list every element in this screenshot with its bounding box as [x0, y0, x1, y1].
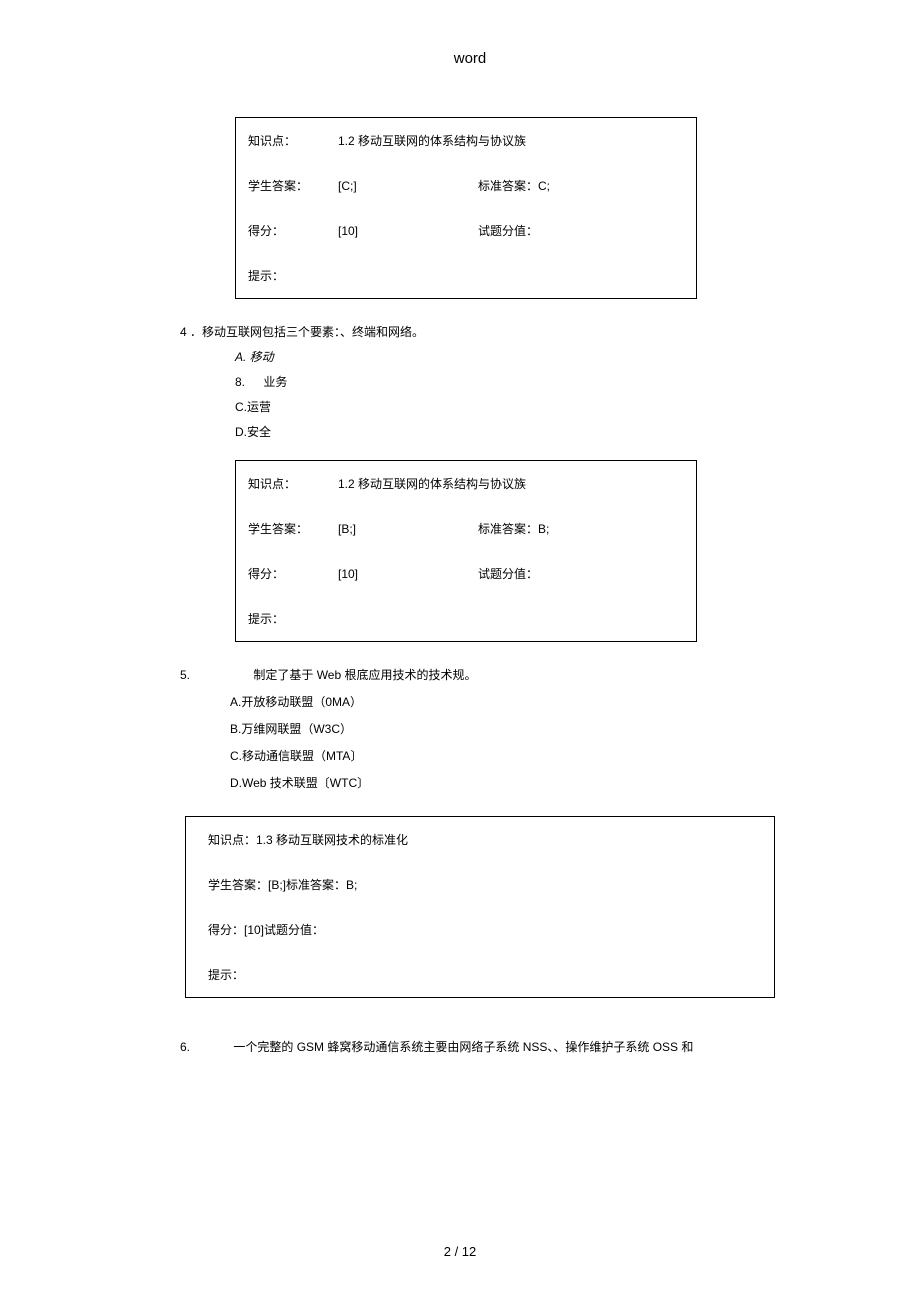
q6-number: 6. [180, 1040, 190, 1054]
page-header: word [180, 50, 760, 67]
knowledge-line: 知识点：1.3 移动互联网技术的标准化 [186, 817, 774, 862]
score-value: [10] [338, 224, 478, 238]
page-footer: 2 / 12 [0, 1244, 920, 1259]
q4-text: ．移动互联网包括三个要素：、终端和网络。 [190, 325, 424, 339]
q4-number: 4 [180, 325, 187, 339]
hint-label: 提示： [248, 267, 284, 284]
q4-option-c: C.运营 [235, 398, 760, 415]
score-label: 得分： [248, 565, 338, 582]
q5-option-c: C.移动通信联盟（MTA〕 [230, 747, 760, 764]
q5-text: 制定了基于 Web 根底应用技术的技术规。 [253, 668, 476, 682]
question-4: 4 ．移动互联网包括三个要素：、终端和网络。 A. 移动 8. 业务 C.运营 … [180, 323, 760, 440]
standard-answer-label: 标准答案： [478, 520, 538, 537]
student-answer-value: [B;] [338, 522, 478, 536]
q4-option-b-text: 业务 [263, 375, 287, 389]
knowledge-label: 知识点： [248, 132, 338, 149]
q4-option-d: D.安全 [235, 423, 760, 440]
student-answer-label: 学生答案： [248, 177, 338, 194]
q4-option-b: 8. 业务 [235, 373, 760, 390]
standard-answer-value: B; [538, 522, 549, 536]
score-value: [10] [338, 567, 478, 581]
q5-option-a: A.开放移动联盟（0MA） [230, 693, 760, 710]
answer-box-q3: 知识点： 1.2 移动互联网的体系结构与协议族 学生答案： [C;] 标准答案：… [235, 117, 697, 299]
question-6: 6. 一个完整的 GSM 蜂窝移动通信系统主要由网络子系统 NSS、、操作维护子… [180, 1038, 760, 1055]
q4-option-a: A. 移动 [235, 348, 760, 365]
score-label: 得分： [248, 222, 338, 239]
question-score-label: 试题分值： [478, 565, 538, 582]
question-score-label: 试题分值： [478, 222, 538, 239]
question-5: 5. 制定了基于 Web 根底应用技术的技术规。 A.开放移动联盟（0MA） B… [180, 666, 760, 791]
student-answer-label: 学生答案： [248, 520, 338, 537]
knowledge-label: 知识点： [248, 475, 338, 492]
standard-answer-label: 标准答案： [478, 177, 538, 194]
knowledge-value: 1.2 移动互联网的体系结构与协议族 [338, 132, 526, 149]
q6-text: 一个完整的 GSM 蜂窝移动通信系统主要由网络子系统 NSS、、操作维护子系统 … [233, 1040, 693, 1054]
q5-option-d: D.Web 技术联盟〔WTC〕 [230, 774, 760, 791]
q5-option-b: B.万维网联盟（W3C） [230, 720, 760, 737]
student-answer-line: 学生答案：[B;]标准答案：B; [186, 862, 774, 907]
hint-label: 提示： [248, 610, 284, 627]
score-line: 得分：[10]试题分值： [186, 907, 774, 952]
hint-line: 提示： [186, 952, 774, 997]
q5-number: 5. [180, 668, 190, 682]
student-answer-value: [C;] [338, 179, 478, 193]
q4-option-b-num: 8. [235, 375, 245, 389]
standard-answer-value: C; [538, 179, 550, 193]
knowledge-value: 1.2 移动互联网的体系结构与协议族 [338, 475, 526, 492]
answer-box-q4: 知识点： 1.2 移动互联网的体系结构与协议族 学生答案： [B;] 标准答案：… [235, 460, 697, 642]
answer-box-q5: 知识点：1.3 移动互联网技术的标准化 学生答案：[B;]标准答案：B; 得分：… [185, 816, 775, 998]
